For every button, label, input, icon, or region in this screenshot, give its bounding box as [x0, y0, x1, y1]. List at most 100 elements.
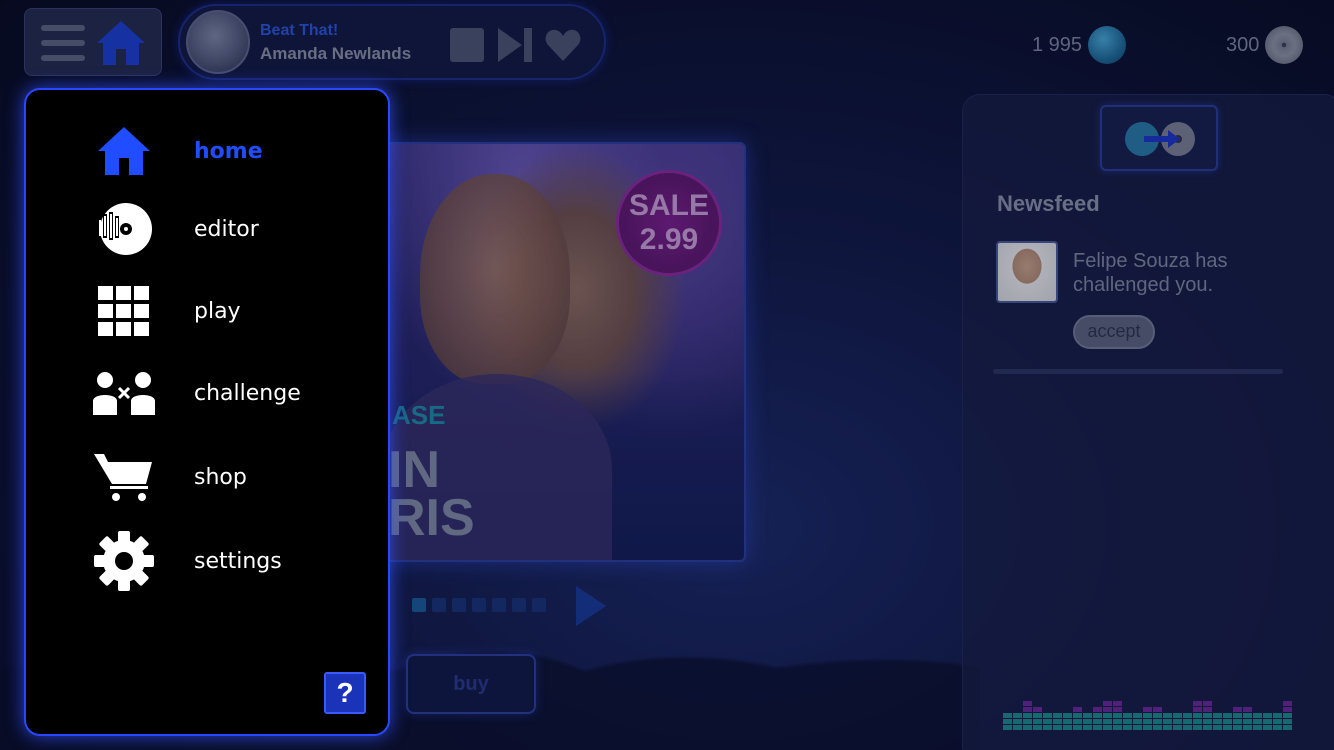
equalizer-cell	[1123, 719, 1132, 724]
equalizer-cell	[1243, 707, 1252, 712]
equalizer-cell	[1203, 725, 1212, 730]
stop-icon[interactable]	[448, 26, 486, 64]
heart-icon[interactable]	[544, 26, 582, 64]
home-icon[interactable]	[95, 19, 147, 67]
equalizer-cell	[1143, 713, 1152, 718]
equalizer-cell	[1253, 713, 1262, 718]
menu-item-challenge[interactable]: challenge	[26, 358, 392, 428]
equalizer-cell	[1243, 725, 1252, 730]
pagination-dot[interactable]	[432, 598, 446, 612]
equalizer-cell	[1043, 725, 1052, 730]
equalizer-cell	[1073, 713, 1082, 718]
equalizer-cell	[1123, 713, 1132, 718]
equalizer-cell	[1183, 719, 1192, 724]
equalizer-cell	[1043, 719, 1052, 724]
carousel-pagination	[412, 598, 546, 612]
equalizer-cell	[1013, 713, 1022, 718]
equalizer-cell	[1083, 713, 1092, 718]
equalizer-cell	[1233, 707, 1242, 712]
equalizer-cell	[1233, 719, 1242, 724]
equalizer-cell	[1193, 713, 1202, 718]
track-artwork	[186, 10, 250, 74]
equalizer-cell	[1183, 725, 1192, 730]
equalizer-cell	[1063, 719, 1072, 724]
equalizer-cell	[1203, 701, 1212, 706]
equalizer-cell	[1153, 725, 1162, 730]
menu-item-shop[interactable]: shop	[26, 442, 392, 512]
equalizer-cell	[1073, 725, 1082, 730]
artist-photo	[420, 174, 570, 384]
newsfeed-panel: Newsfeed Felipe Souza has challenged you…	[962, 94, 1334, 750]
equalizer-cell	[1063, 713, 1072, 718]
cart-icon	[92, 445, 156, 509]
equalizer-cell	[1053, 719, 1062, 724]
equalizer-cell	[1223, 725, 1232, 730]
equalizer-cell	[1093, 725, 1102, 730]
accept-button[interactable]: accept	[1073, 315, 1155, 349]
equalizer-cell	[1163, 713, 1172, 718]
album-artist-line2: RIS	[388, 489, 475, 547]
equalizer-cell	[1173, 713, 1182, 718]
skip-next-icon[interactable]	[496, 26, 534, 64]
pagination-dot[interactable]	[412, 598, 426, 612]
equalizer-cell	[1213, 719, 1222, 724]
equalizer-cell	[1133, 719, 1142, 724]
pagination-dot[interactable]	[452, 598, 466, 612]
equalizer-cell	[1003, 719, 1012, 724]
now-playing-bar: Beat That! Amanda Newlands	[178, 4, 606, 80]
track-title: Beat That!	[260, 22, 339, 39]
equalizer-cell	[1063, 725, 1072, 730]
help-button[interactable]: ?	[324, 672, 366, 714]
equalizer-cell	[1003, 713, 1012, 718]
pagination-dot[interactable]	[472, 598, 486, 612]
buy-button[interactable]: buy	[406, 654, 536, 714]
equalizer-cell	[1023, 701, 1032, 706]
equalizer-cell	[1283, 701, 1292, 706]
convert-currency-button[interactable]	[1100, 105, 1218, 171]
equalizer-cell	[1233, 713, 1242, 718]
equalizer-cell	[1033, 725, 1042, 730]
divider	[993, 369, 1283, 374]
equalizer-cell	[1173, 719, 1182, 724]
equalizer-cell	[1193, 707, 1202, 712]
equalizer-cell	[1183, 713, 1192, 718]
hamburger-menu-icon[interactable]	[41, 25, 85, 61]
user-avatar[interactable]	[996, 241, 1058, 303]
menu-item-label: challenge	[194, 380, 301, 406]
pagination-dot[interactable]	[532, 598, 546, 612]
equalizer-cell	[1103, 725, 1112, 730]
equalizer-cell	[1113, 713, 1122, 718]
equalizer-cell	[1093, 713, 1102, 718]
equalizer-cell	[1093, 707, 1102, 712]
equalizer-cell	[1013, 725, 1022, 730]
discs-currency: 300	[1226, 26, 1304, 64]
equalizer-cell	[1273, 719, 1282, 724]
pagination-dot[interactable]	[492, 598, 506, 612]
equalizer-cell	[1203, 713, 1212, 718]
menu-item-play[interactable]: play	[26, 276, 392, 346]
equalizer-cell	[1023, 707, 1032, 712]
equalizer-cell	[1023, 713, 1032, 718]
equalizer-cell	[1173, 725, 1182, 730]
featured-album-card[interactable]: SALE 2.99 ASE IN RIS	[370, 142, 746, 562]
versus-icon	[92, 361, 156, 425]
equalizer-cell	[1233, 725, 1242, 730]
equalizer-cell	[1043, 713, 1052, 718]
menu-item-editor[interactable]: editor	[26, 194, 392, 264]
newsfeed-title: Newsfeed	[997, 191, 1100, 216]
equalizer-cell	[1243, 713, 1252, 718]
menu-item-label: home	[194, 138, 263, 164]
sale-badge: SALE 2.99	[616, 170, 722, 276]
menu-item-settings[interactable]: settings	[26, 526, 392, 596]
equalizer-cell	[1133, 713, 1142, 718]
equalizer-cell	[1283, 725, 1292, 730]
equalizer-cell	[1193, 725, 1202, 730]
equalizer-graphic	[1003, 701, 1292, 730]
menu-item-home[interactable]: home	[26, 116, 392, 186]
editor-disc-icon	[92, 197, 156, 261]
equalizer-cell	[1143, 725, 1152, 730]
carousel-next-arrow-icon[interactable]	[572, 584, 608, 628]
equalizer-cell	[1073, 707, 1082, 712]
equalizer-cell	[1103, 707, 1112, 712]
pagination-dot[interactable]	[512, 598, 526, 612]
